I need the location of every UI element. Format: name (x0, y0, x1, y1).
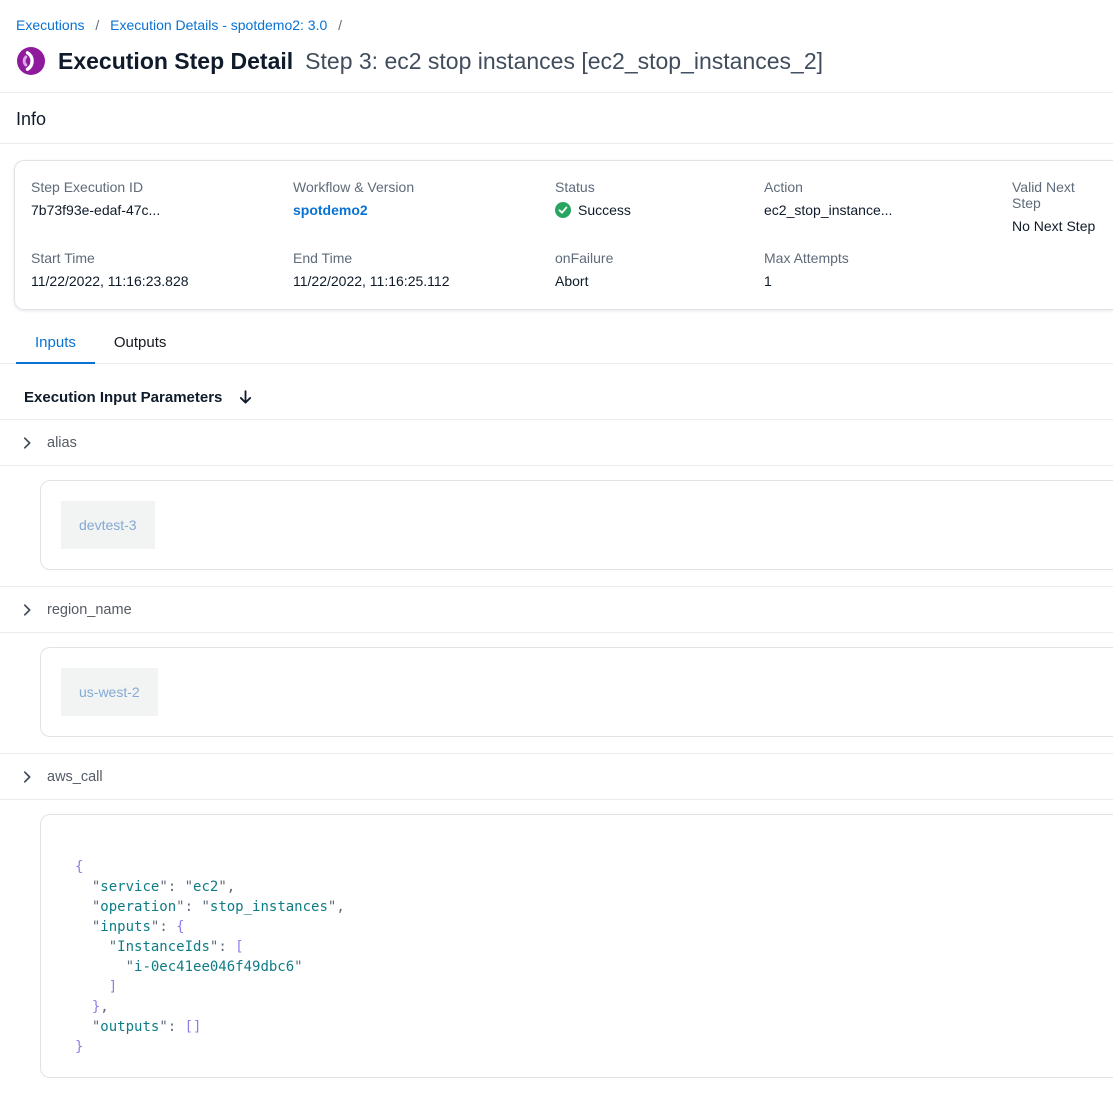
field-label: Start Time (31, 250, 283, 266)
aws-call-content: { "service": "ec2", "operation": "stop_i… (0, 800, 1113, 1094)
info-card: Step Execution ID 7b73f93e-edaf-47c... W… (14, 160, 1113, 310)
page-header: Execution Step Detail Step 3: ec2 stop i… (0, 33, 1113, 92)
expander-label: region_name (47, 602, 132, 618)
expander-label: aws_call (47, 769, 103, 785)
expander-aws-call[interactable]: aws_call (0, 754, 1113, 800)
collapse-arrow-down-icon[interactable] (237, 389, 254, 406)
breadcrumb-executions[interactable]: Executions (16, 17, 84, 33)
field-label: Status (555, 179, 754, 195)
field-value: 1 (764, 273, 1002, 289)
field-value: 11/22/2022, 11:16:23.828 (31, 273, 283, 289)
field-spacer (1012, 250, 1113, 289)
alias-value-box: devtest-3 (40, 480, 1113, 570)
field-workflow-version: Workflow & Version spotdemo2 (293, 179, 555, 234)
alias-value-chip: devtest-3 (61, 501, 155, 549)
tab-inputs[interactable]: Inputs (16, 324, 95, 363)
field-label: Action (764, 179, 1002, 195)
field-value: 7b73f93e-edaf-47c... (31, 202, 283, 218)
expander-region-name[interactable]: region_name (0, 587, 1113, 633)
region-name-value-chip: us-west-2 (61, 668, 158, 716)
brand-logo-icon (16, 46, 46, 76)
json-code: { "service": "ec2", "operation": "stop_i… (75, 857, 1093, 1057)
field-on-failure: onFailure Abort (555, 250, 764, 289)
breadcrumb-separator: / (95, 17, 99, 33)
region-name-content: us-west-2 (0, 633, 1113, 754)
status-badge: Success (578, 202, 631, 218)
expander-label: alias (47, 435, 77, 451)
info-section-title: Info (0, 93, 1113, 143)
field-label: Max Attempts (764, 250, 1002, 266)
field-value: 11/22/2022, 11:16:25.112 (293, 273, 545, 289)
field-label: Valid Next Step (1012, 179, 1103, 211)
breadcrumb: Executions / Execution Details - spotdem… (0, 0, 1113, 33)
page-subtitle: Step 3: ec2 stop instances [ec2_stop_ins… (305, 48, 823, 75)
field-status: Status Success (555, 179, 764, 234)
execution-input-parameters-header: Execution Input Parameters (0, 364, 1113, 420)
page-title: Execution Step Detail (58, 48, 293, 75)
field-label: Step Execution ID (31, 179, 283, 195)
chevron-right-icon (20, 770, 34, 784)
expander-alias[interactable]: alias (0, 420, 1113, 466)
aws-call-json-box: { "service": "ec2", "operation": "stop_i… (40, 814, 1113, 1078)
field-end-time: End Time 11/22/2022, 11:16:25.112 (293, 250, 555, 289)
field-value: No Next Step (1012, 218, 1103, 234)
success-status-icon (555, 202, 571, 218)
info-divider (0, 143, 1113, 144)
tab-bar: Inputs Outputs (0, 324, 1113, 364)
field-label: End Time (293, 250, 545, 266)
field-start-time: Start Time 11/22/2022, 11:16:23.828 (31, 250, 293, 289)
field-valid-next-step: Valid Next Step No Next Step (1012, 179, 1113, 234)
breadcrumb-execution-details[interactable]: Execution Details - spotdemo2: 3.0 (110, 17, 327, 33)
chevron-right-icon (20, 603, 34, 617)
region-name-value-box: us-west-2 (40, 647, 1113, 737)
field-action: Action ec2_stop_instance... (764, 179, 1012, 234)
alias-content: devtest-3 (0, 466, 1113, 587)
field-value: ec2_stop_instance... (764, 202, 1002, 218)
chevron-right-icon (20, 436, 34, 450)
breadcrumb-separator: / (338, 17, 342, 33)
field-step-execution-id: Step Execution ID 7b73f93e-edaf-47c... (31, 179, 293, 234)
field-max-attempts: Max Attempts 1 (764, 250, 1012, 289)
field-label: Workflow & Version (293, 179, 545, 195)
workflow-link[interactable]: spotdemo2 (293, 202, 368, 218)
field-label: onFailure (555, 250, 754, 266)
tab-outputs[interactable]: Outputs (95, 324, 186, 363)
parameters-section-title: Execution Input Parameters (24, 389, 222, 406)
field-value: Abort (555, 273, 754, 289)
